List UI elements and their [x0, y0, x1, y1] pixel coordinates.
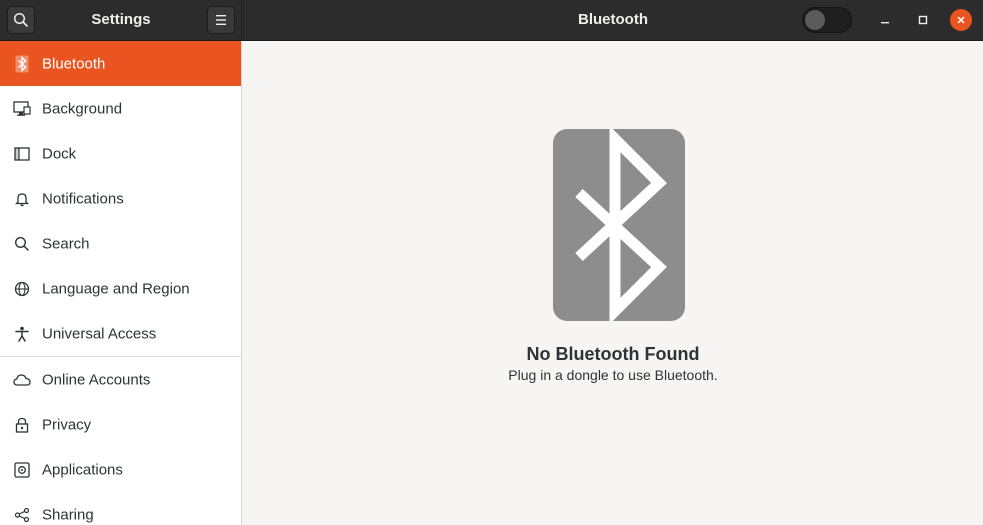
sidebar-item-online-accounts[interactable]: Online Accounts — [0, 357, 241, 402]
sidebar: Bluetooth Background Dock Notifications … — [0, 41, 242, 525]
sidebar-item-dock[interactable]: Dock — [0, 131, 241, 176]
bluetooth-icon — [13, 55, 31, 73]
sidebar-item-notifications[interactable]: Notifications — [0, 176, 241, 221]
minimize-button[interactable] — [874, 9, 896, 31]
maximize-icon — [918, 15, 928, 25]
cloud-icon — [13, 371, 31, 389]
search-icon — [13, 235, 31, 253]
sidebar-item-label: Notifications — [42, 190, 124, 207]
sidebar-item-background[interactable]: Background — [0, 86, 241, 131]
search-button[interactable] — [7, 6, 35, 34]
menu-button[interactable] — [207, 6, 235, 34]
bluetooth-toggle[interactable] — [802, 7, 852, 33]
hamburger-icon — [216, 15, 226, 25]
dock-icon — [13, 145, 31, 163]
lock-icon — [13, 416, 31, 434]
sidebar-item-label: Privacy — [42, 416, 92, 433]
sidebar-item-label: Sharing — [42, 506, 94, 523]
sidebar-item-label: Dock — [42, 145, 77, 162]
maximize-button[interactable] — [912, 9, 934, 31]
sidebar-item-language-and-region[interactable]: Language and Region — [0, 266, 241, 311]
globe-icon — [13, 280, 31, 298]
sidebar-item-label: Language and Region — [42, 280, 190, 297]
empty-state-title: No Bluetooth Found — [526, 344, 700, 364]
sidebar-item-label: Search — [42, 235, 90, 252]
sidebar-item-label: Online Accounts — [42, 371, 151, 388]
background-icon — [13, 100, 31, 118]
sidebar-item-label: Applications — [42, 461, 123, 478]
close-icon — [957, 16, 965, 24]
sidebar-item-label: Universal Access — [42, 325, 157, 342]
toggle-knob — [804, 9, 826, 31]
sidebar-item-label: Bluetooth — [42, 55, 106, 72]
sidebar-item-privacy[interactable]: Privacy — [0, 402, 241, 447]
sidebar-item-sharing[interactable]: Sharing — [0, 492, 241, 525]
sidebar-header: Settings — [0, 0, 242, 40]
share-icon — [13, 506, 31, 524]
sidebar-item-search[interactable]: Search — [0, 221, 241, 266]
accessibility-icon — [13, 325, 31, 343]
bell-icon — [13, 190, 31, 208]
sidebar-item-universal-access[interactable]: Universal Access — [0, 311, 241, 356]
search-icon — [13, 12, 28, 27]
settings-title: Settings — [91, 11, 151, 28]
bluetooth-icon — [553, 129, 685, 321]
panel-title: Bluetooth — [578, 11, 648, 28]
applications-icon — [13, 461, 31, 479]
empty-state-subtitle: Plug in a dongle to use Bluetooth. — [508, 367, 718, 383]
sidebar-item-label: Background — [42, 100, 123, 117]
bluetooth-panel: No Bluetooth Found Plug in a dongle to u… — [243, 41, 983, 525]
close-button[interactable] — [950, 9, 972, 31]
minimize-icon — [881, 22, 889, 24]
header-bar: Settings Bluetooth — [0, 0, 983, 41]
sidebar-item-bluetooth[interactable]: Bluetooth — [0, 41, 241, 86]
sidebar-item-applications[interactable]: Applications — [0, 447, 241, 492]
